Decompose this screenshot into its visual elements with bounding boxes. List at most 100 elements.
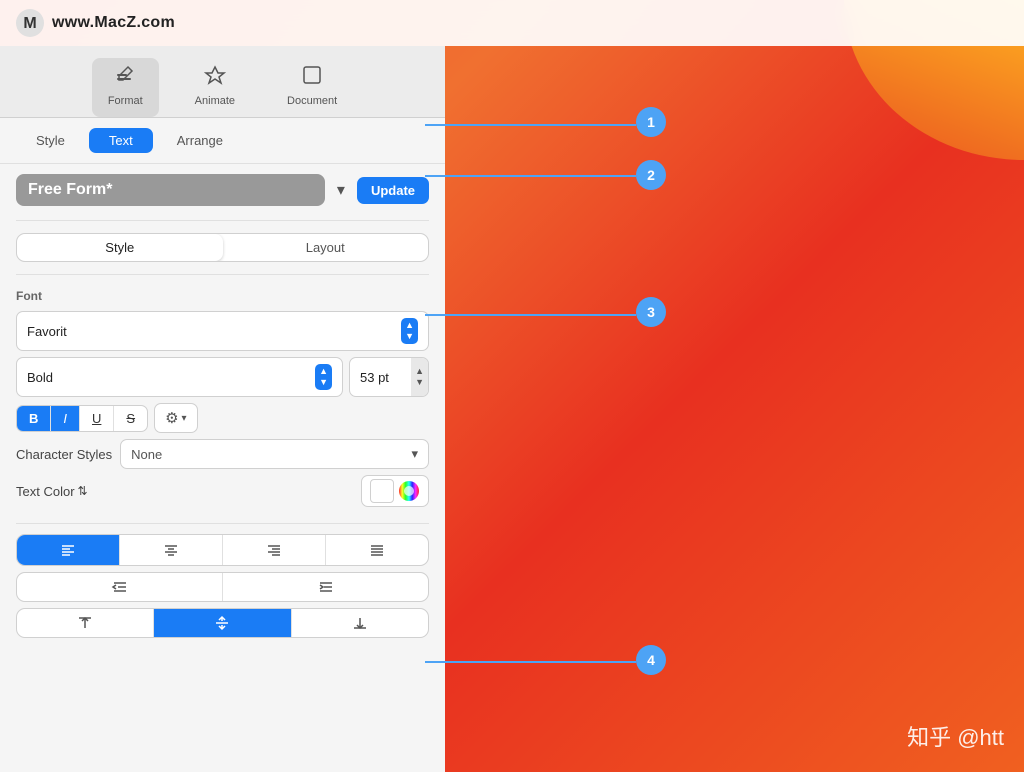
style-toggle-button[interactable]: Style: [17, 234, 223, 261]
align-left-icon: [60, 542, 76, 558]
vert-align-top-icon: [77, 615, 93, 631]
mac-url: www.MacZ.com: [52, 14, 175, 32]
divider-1: [16, 220, 429, 221]
format-icon: [114, 64, 136, 92]
indent-increase-icon: [317, 579, 335, 595]
font-weight-field[interactable]: Bold ▲ ▼: [16, 357, 343, 397]
layout-toggle-button[interactable]: Layout: [223, 234, 429, 261]
mac-logo-icon: M: [16, 9, 44, 37]
style-layout-toggle: Style Layout: [16, 233, 429, 262]
text-format-row: B I U S ⚙ ▾: [16, 403, 429, 433]
align-justify-icon: [369, 542, 385, 558]
style-name-box: Free Form*: [16, 174, 325, 206]
svg-text:M: M: [23, 15, 36, 32]
font-section-label: Font: [16, 289, 429, 303]
color-wheel-icon: [398, 480, 420, 502]
tab-arrange[interactable]: Arrange: [157, 128, 243, 153]
font-section: Font Favorit ▲ ▼ Bold ▲ ▼ 53 pt: [0, 279, 445, 519]
alignment-section: [0, 528, 445, 650]
font-family-up[interactable]: ▲: [403, 320, 416, 331]
sidebar-panel: Format Animate Document Style Text: [0, 46, 445, 772]
annotation-4: 4: [636, 645, 666, 675]
annotation-2: 2: [636, 160, 666, 190]
annotation-line-2: [425, 175, 636, 177]
gear-button[interactable]: ⚙ ▾: [154, 403, 197, 433]
mac-header: M www.MacZ.com: [0, 0, 1024, 46]
style-chevron-button[interactable]: ▾: [333, 176, 349, 204]
document-label: Document: [287, 95, 337, 107]
toolbar: Format Animate Document: [0, 46, 445, 118]
style-layout-row: Style Layout: [0, 225, 445, 270]
document-icon: [301, 64, 323, 92]
color-swatch-container[interactable]: [361, 475, 429, 507]
underline-button[interactable]: U: [80, 406, 114, 431]
font-size-value: 53 pt: [350, 364, 411, 391]
font-weight-value: Bold: [27, 370, 53, 385]
update-button[interactable]: Update: [357, 177, 429, 204]
text-color-adjust-icon: ⇅: [78, 484, 88, 498]
strikethrough-button[interactable]: S: [114, 406, 147, 431]
vert-align-middle-icon: [214, 615, 230, 631]
align-center-icon: [163, 542, 179, 558]
style-name-row: Free Form* ▾ Update: [0, 164, 445, 216]
annotation-line-4: [425, 661, 636, 663]
character-styles-value: None: [131, 447, 162, 462]
align-left-button[interactable]: [17, 535, 120, 565]
indent-decrease-icon: [111, 579, 129, 595]
indent-decrease-button[interactable]: [17, 573, 223, 601]
vertical-align-row: [16, 608, 429, 638]
toolbar-document[interactable]: Document: [271, 58, 353, 117]
annotation-3: 3: [636, 297, 666, 327]
font-family-field[interactable]: Favorit ▲ ▼: [16, 311, 429, 351]
annotation-1: 1: [636, 107, 666, 137]
divider-2: [16, 274, 429, 275]
vert-align-bottom-button[interactable]: [292, 609, 428, 637]
align-right-button[interactable]: [223, 535, 326, 565]
character-styles-select[interactable]: None ▾: [120, 439, 429, 469]
font-weight-stepper[interactable]: ▲ ▼: [315, 364, 332, 390]
font-weight-down[interactable]: ▼: [317, 377, 330, 388]
character-styles-row: Character Styles None ▾: [16, 439, 429, 469]
vert-align-middle-button[interactable]: [154, 609, 291, 637]
animate-icon: [204, 64, 226, 92]
annotation-line-1: [425, 124, 636, 126]
font-size-down[interactable]: ▼: [415, 377, 424, 388]
indent-increase-button[interactable]: [223, 573, 428, 601]
tab-style[interactable]: Style: [16, 128, 85, 153]
character-styles-label: Character Styles: [16, 447, 112, 462]
gear-chevron-icon: ▾: [182, 413, 187, 424]
align-center-button[interactable]: [120, 535, 223, 565]
style-name-text: Free Form*: [28, 181, 112, 199]
divider-3: [16, 523, 429, 524]
watermark: 知乎 @htt: [907, 720, 1004, 752]
font-family-value: Favorit: [27, 324, 67, 339]
tab-text[interactable]: Text: [89, 128, 153, 153]
toolbar-format[interactable]: Format: [92, 58, 159, 117]
character-styles-chevron-icon: ▾: [411, 446, 418, 462]
align-justify-button[interactable]: [326, 535, 428, 565]
bold-button[interactable]: B: [17, 406, 51, 431]
format-label: Format: [108, 95, 143, 107]
font-family-stepper[interactable]: ▲ ▼: [401, 318, 418, 344]
vert-align-bottom-icon: [352, 615, 368, 631]
italic-button[interactable]: I: [51, 406, 80, 431]
font-family-down[interactable]: ▼: [403, 331, 416, 342]
toolbar-animate[interactable]: Animate: [179, 58, 251, 117]
text-format-group: B I U S: [16, 405, 148, 432]
animate-label: Animate: [195, 95, 235, 107]
gear-icon: ⚙: [165, 409, 178, 427]
tabs-row: Style Text Arrange: [0, 118, 445, 164]
font-size-up[interactable]: ▲: [415, 366, 424, 377]
text-color-label: Text Color ⇅: [16, 484, 88, 499]
font-size-field[interactable]: 53 pt ▲ ▼: [349, 357, 429, 397]
annotation-line-3: [425, 314, 636, 316]
align-right-icon: [266, 542, 282, 558]
horizontal-align-row: [16, 534, 429, 566]
indent-row: [16, 572, 429, 602]
font-weight-size-row: Bold ▲ ▼ 53 pt ▲ ▼: [16, 357, 429, 397]
font-weight-up[interactable]: ▲: [317, 366, 330, 377]
color-swatch: [370, 479, 394, 503]
text-color-row: Text Color ⇅: [16, 475, 429, 507]
vert-align-top-button[interactable]: [17, 609, 154, 637]
font-family-row: Favorit ▲ ▼: [16, 311, 429, 351]
